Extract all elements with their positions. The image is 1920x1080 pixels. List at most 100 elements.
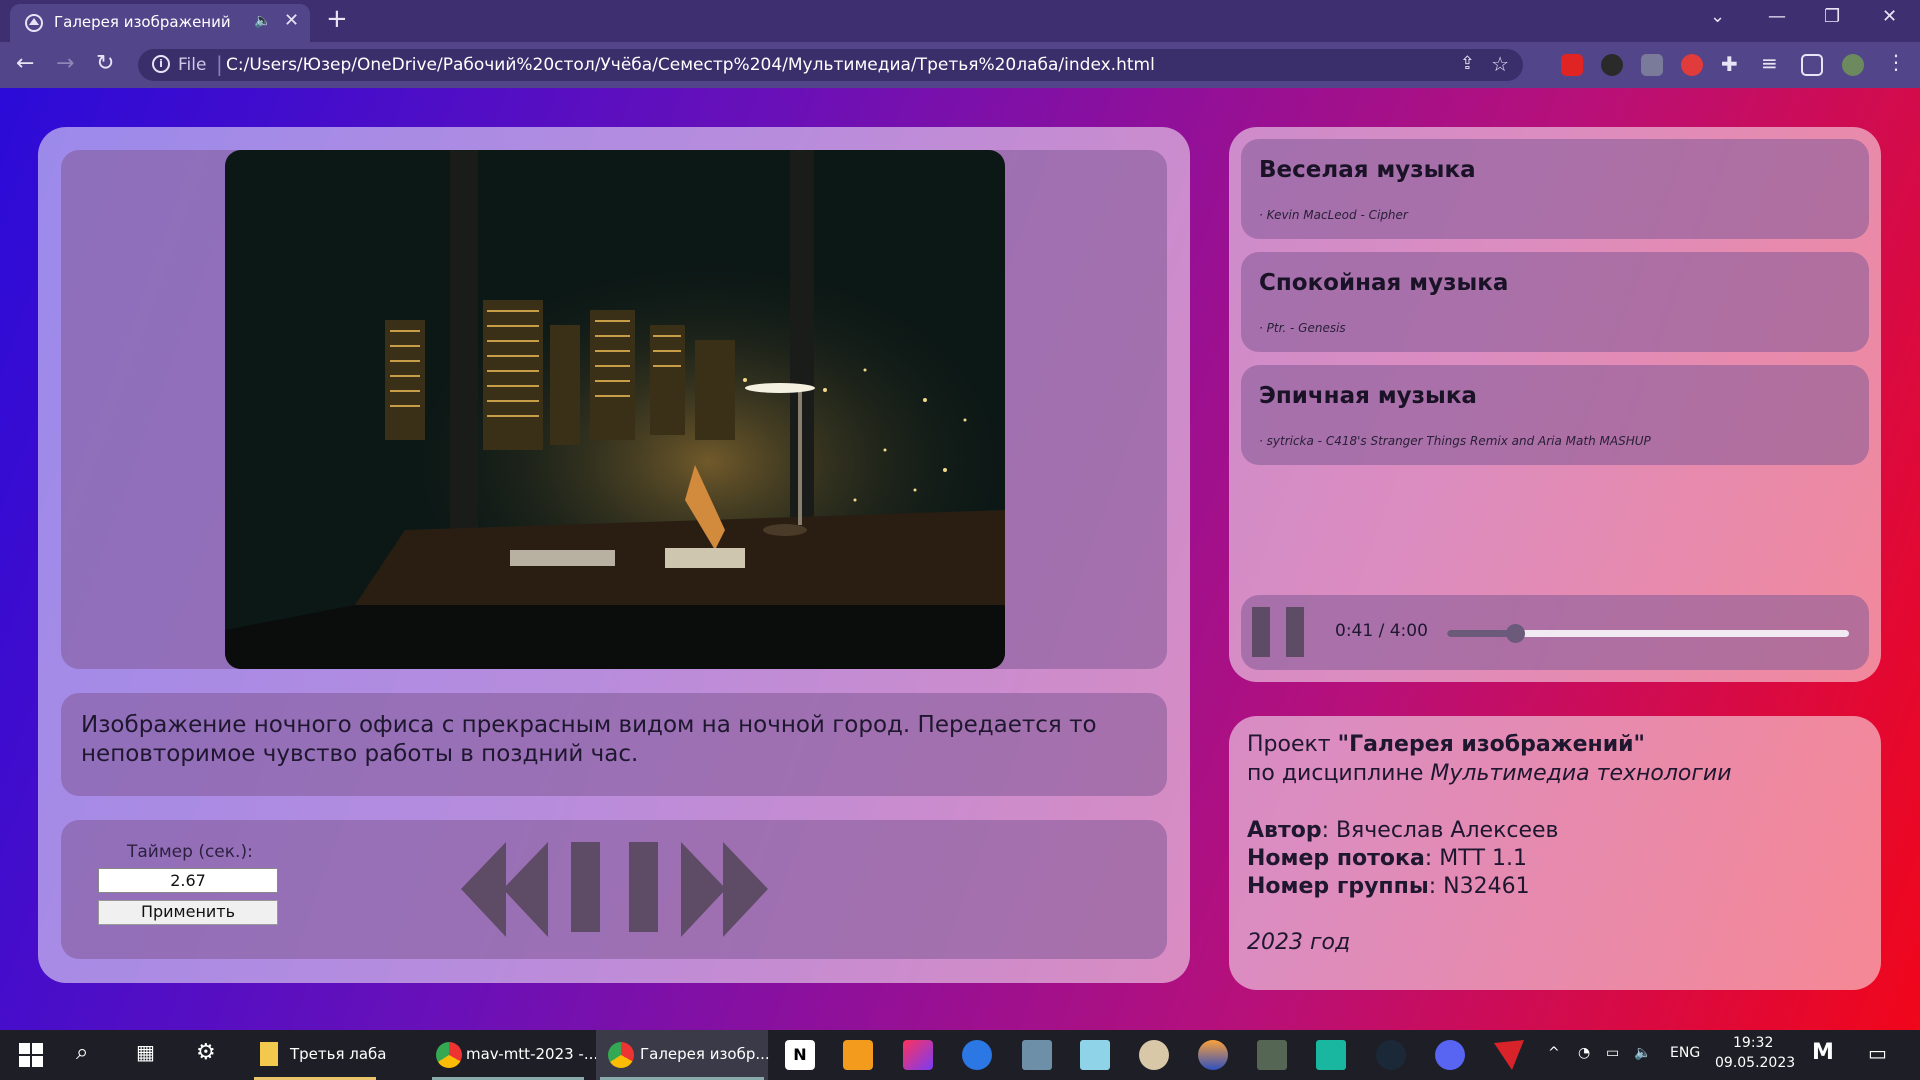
track-item[interactable]: Спокойная музыка · Ptr. - Genesis [1241, 252, 1869, 352]
media-queue-icon[interactable]: ≡ [1761, 51, 1783, 75]
controls-card: Таймер (сек.): Применить [61, 820, 1167, 959]
address-bar[interactable]: i File | C:/Users/Юзер/OneDrive/Рабочий%… [138, 49, 1523, 81]
discipline-line: по дисциплине Мультимедиа технологии [1247, 761, 1732, 786]
side-panel-icon[interactable] [1801, 54, 1823, 76]
track-title: Эпичная музыка [1259, 383, 1477, 409]
browser-tab-active[interactable]: Галерея изображений 🔈 ✕ [10, 4, 310, 42]
reload-icon[interactable]: ↻ [96, 51, 114, 76]
restore-button[interactable]: ❐ [1824, 6, 1840, 27]
seek-bar[interactable] [1447, 624, 1849, 643]
word-app-icon[interactable] [962, 1040, 992, 1070]
apply-button[interactable]: Применить [98, 900, 278, 925]
slideshow-controls [461, 842, 768, 937]
timer-input[interactable] [98, 868, 278, 893]
settings-gear-icon[interactable]: ⚙ [196, 1040, 226, 1070]
chrome-icon [608, 1042, 634, 1068]
new-tab-button[interactable]: + [326, 4, 348, 34]
taskbar-app-explorer[interactable]: Третья лаба [250, 1030, 387, 1080]
app-red-icon[interactable] [1494, 1040, 1524, 1070]
game-icon[interactable] [1257, 1040, 1287, 1070]
folder-icon [260, 1042, 278, 1066]
gallery-panel: Изображение ночного офиса с прекрасным в… [38, 127, 1190, 983]
night-office-photo [225, 150, 1005, 669]
star-icon[interactable]: ☆ [1491, 52, 1509, 76]
minimize-button[interactable]: — [1768, 6, 1786, 27]
tab-title: Галерея изображений [54, 13, 231, 31]
volume-icon[interactable]: 🔈 [1634, 1045, 1651, 1061]
player-pause-icon[interactable] [1252, 607, 1304, 657]
notes-icon[interactable] [1080, 1040, 1110, 1070]
ad-block-extension-icon[interactable] [1681, 54, 1703, 76]
steam-icon[interactable] [1376, 1040, 1406, 1070]
tab-search-chevron-icon[interactable]: ⌄ [1710, 6, 1725, 27]
author-line: Автор: Вячеслав Алексеев [1247, 818, 1559, 843]
browser-toolbar: ← → ↻ i File | C:/Users/Юзер/OneDrive/Ра… [0, 42, 1920, 88]
track-title: Веселая музыка [1259, 157, 1476, 183]
taskbar-app-label: Галерея изобр... [640, 1045, 770, 1063]
next-icon[interactable] [681, 842, 768, 937]
taskbar-app-chrome-2[interactable]: Галерея изобр... [596, 1030, 770, 1080]
tray-chevron-icon[interactable]: ^ [1548, 1045, 1560, 1061]
taskbar-app-label: mav-mtt-2023 -... [466, 1045, 599, 1063]
image-card [61, 150, 1167, 669]
extension-icon[interactable] [1601, 54, 1623, 76]
pycharm-icon[interactable] [1316, 1040, 1346, 1070]
app-icon[interactable] [1198, 1040, 1228, 1070]
wifi-icon[interactable]: ◔ [1578, 1045, 1590, 1061]
url-text[interactable]: C:/Users/Юзер/OneDrive/Рабочий%20стол/Уч… [226, 55, 1155, 75]
notifications-icon[interactable]: ▭ [1868, 1041, 1887, 1065]
description-card: Изображение ночного офиса с прекрасным в… [61, 693, 1167, 796]
gallery-image [225, 150, 1005, 669]
taskbar-app-chrome-1[interactable]: mav-mtt-2023 -... [428, 1030, 598, 1080]
clock-date[interactable]: 09.05.2023 [1715, 1055, 1795, 1071]
taskbar: ⌕ ▦ ⚙ Третья лаба mav-mtt-2023 -... Гале… [0, 1030, 1920, 1080]
url-separator: | [216, 52, 223, 76]
page-favicon-icon [25, 14, 43, 32]
profile-avatar[interactable] [1842, 54, 1864, 76]
track-item[interactable]: Веселая музыка · Kevin MacLeod - Cipher [1241, 139, 1869, 239]
battery-icon[interactable]: ▭ [1606, 1045, 1619, 1061]
player-time: 0:41 / 4:00 [1335, 621, 1428, 641]
track-item[interactable]: Эпичная музыка · sytricka - C418's Stran… [1241, 365, 1869, 465]
page-viewport: Изображение ночного офиса с прекрасным в… [0, 88, 1920, 1030]
timer-label: Таймер (сек.): [127, 842, 253, 862]
share-icon[interactable]: ⇪ [1460, 53, 1475, 74]
browser-tab-strip: Галерея изображений 🔈 ✕ + ⌄ — ❐ ✕ [0, 0, 1920, 42]
intellij-icon[interactable] [903, 1040, 933, 1070]
grid-extension-icon[interactable] [1641, 54, 1663, 76]
paint-icon[interactable] [1139, 1040, 1169, 1070]
track-title: Спокойная музыка [1259, 270, 1509, 296]
clock-time[interactable]: 19:32 [1733, 1035, 1773, 1051]
stream-line: Номер потока: МТТ 1.1 [1247, 846, 1528, 871]
chrome-icon [436, 1042, 462, 1068]
notion-icon[interactable]: N [785, 1040, 815, 1070]
tab-audio-icon[interactable]: 🔈 [254, 13, 271, 29]
audio-player: 0:41 / 4:00 [1241, 595, 1869, 670]
windows-start-icon[interactable] [16, 1040, 46, 1070]
app-m-icon[interactable]: M [1812, 1040, 1834, 1065]
tab-close-icon[interactable]: ✕ [284, 10, 299, 31]
extensions-icon[interactable]: ✚ [1721, 52, 1743, 76]
close-window-button[interactable]: ✕ [1882, 6, 1897, 27]
track-artist: · sytricka - C418's Stranger Things Remi… [1259, 434, 1651, 448]
project-line: Проект "Галерея изображений" [1247, 732, 1645, 757]
search-icon[interactable]: ⌕ [76, 1040, 106, 1070]
input-language[interactable]: ENG [1670, 1045, 1700, 1061]
seek-progress [1447, 630, 1516, 637]
project-info-panel: Проект "Галерея изображений" по дисципли… [1229, 716, 1881, 990]
menu-icon[interactable]: ⋮ [1886, 50, 1908, 74]
url-scheme: File [178, 55, 207, 75]
sublime-icon[interactable] [843, 1040, 873, 1070]
forward-arrow-icon[interactable]: → [56, 51, 74, 76]
seek-thumb[interactable] [1506, 624, 1526, 643]
task-view-icon[interactable]: ▦ [136, 1040, 166, 1070]
back-arrow-icon[interactable]: ← [16, 51, 34, 76]
discord-icon[interactable] [1435, 1040, 1465, 1070]
youtube-extension-icon[interactable] [1561, 54, 1583, 76]
music-panel: Веселая музыка · Kevin MacLeod - Cipher … [1229, 127, 1881, 682]
group-line: Номер группы: N32461 [1247, 874, 1530, 899]
calculator-icon[interactable] [1022, 1040, 1052, 1070]
pause-icon[interactable] [571, 842, 658, 932]
previous-icon[interactable] [461, 842, 548, 937]
info-icon[interactable]: i [152, 55, 170, 73]
